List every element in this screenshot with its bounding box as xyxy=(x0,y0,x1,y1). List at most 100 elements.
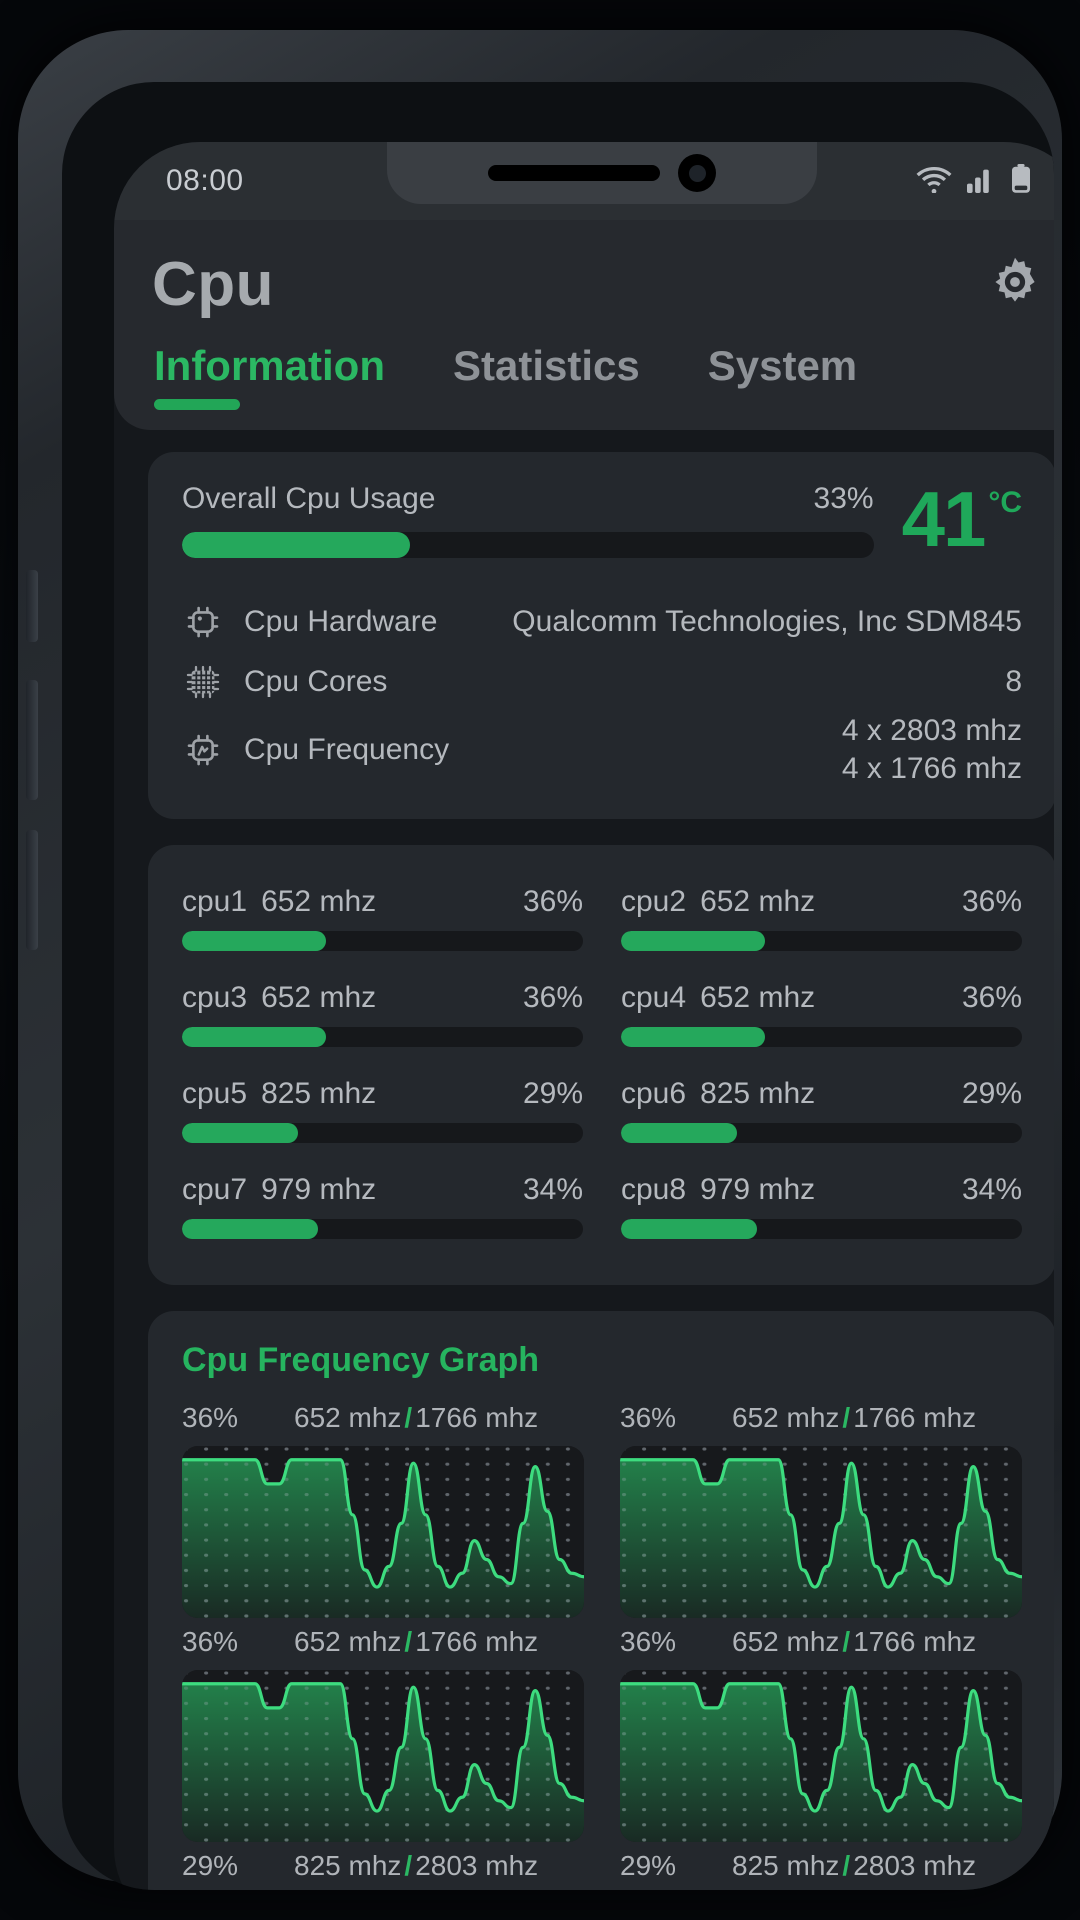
graph-separator: / xyxy=(842,1401,851,1433)
core-frequency: 652 mhz xyxy=(700,884,816,918)
graph-percent: 29% xyxy=(182,1849,239,1881)
core-head: cpu1 652 mhz 36% xyxy=(182,885,583,919)
graph-frequency: 652 mhz/1766 mhz xyxy=(732,1626,976,1658)
graph-percent: 36% xyxy=(182,1401,239,1433)
temperature-unit: °C xyxy=(988,486,1022,519)
core-item: cpu8 979 mhz 34% xyxy=(621,1163,1022,1255)
wifi-icon xyxy=(916,165,952,198)
core-progress-track xyxy=(621,930,1022,951)
graph-max-frequency: 1766 mhz xyxy=(415,1401,539,1433)
graph-separator: / xyxy=(842,1849,851,1881)
overall-usage-progress-track xyxy=(182,532,874,558)
cpu-frequency-icon xyxy=(182,729,244,771)
info-label-cpu-frequency: Cpu Frequency xyxy=(244,733,450,767)
app-header: Cpu Information Statistics System xyxy=(114,220,1054,430)
core-progress-track xyxy=(621,1122,1022,1143)
front-camera-icon xyxy=(678,154,716,192)
core-item: cpu6 825 mhz 29% xyxy=(621,1067,1022,1159)
core-head: cpu7 979 mhz 34% xyxy=(182,1173,583,1207)
graph-item: 29% 825 mhz/2803 mhz xyxy=(620,1850,1022,1890)
core-frequency: 979 mhz xyxy=(261,1172,377,1206)
core-progress-fill xyxy=(621,930,766,951)
camera-lens xyxy=(688,164,706,182)
graph-separator: / xyxy=(404,1401,413,1433)
core-label: cpu5 xyxy=(182,1076,248,1110)
graph-plot xyxy=(182,1445,584,1618)
header-row: Cpu xyxy=(114,238,1054,330)
cpu-cores-grid: cpu1 652 mhz 36% cpu2 652 mhz 36% cpu3 652 mhz 3… xyxy=(182,875,1022,1255)
core-label: cpu1 xyxy=(182,884,248,918)
core-percent: 36% xyxy=(961,980,1022,1014)
temperature-value: 41 xyxy=(901,475,987,563)
graph-item: 36% 652 mhz/1766 mhz xyxy=(620,1402,1022,1618)
core-percent: 29% xyxy=(961,1076,1022,1110)
core-label: cpu7 xyxy=(182,1172,248,1206)
graph-labels: 36% 652 mhz/1766 mhz xyxy=(182,1626,584,1658)
cpu-cores-icon xyxy=(182,661,244,703)
core-label: cpu8 xyxy=(621,1172,687,1206)
phone-bezel: 08:00 Cpu Information Statistics System … xyxy=(62,82,1054,1890)
cpu-frequency-line-2: 4 x 1766 mhz xyxy=(841,752,1022,786)
core-percent: 34% xyxy=(961,1172,1022,1206)
tab-statistics[interactable]: Statistics xyxy=(453,342,674,390)
scroll-container[interactable]: Overall Cpu Usage 33% 41 °C Cpu Hardware… xyxy=(114,430,1054,1890)
settings-button[interactable] xyxy=(984,253,1046,315)
graph-current-frequency: 825 mhz xyxy=(732,1849,840,1881)
tab-statistics-label: Statistics xyxy=(452,342,640,389)
phone-notch xyxy=(387,142,817,204)
info-value-cpu-cores: 8 xyxy=(1005,664,1022,698)
gear-icon xyxy=(987,254,1043,315)
graph-item: 36% 652 mhz/1766 mhz xyxy=(182,1402,584,1618)
tab-information[interactable]: Information xyxy=(154,342,419,410)
core-progress-track xyxy=(621,1218,1022,1239)
core-percent: 36% xyxy=(522,980,583,1014)
core-item: cpu4 652 mhz 36% xyxy=(621,971,1022,1063)
core-label: cpu4 xyxy=(621,980,687,1014)
cellular-signal-icon xyxy=(966,165,996,198)
core-progress-track xyxy=(182,1122,583,1143)
graph-frequency: 652 mhz/1766 mhz xyxy=(294,1402,538,1434)
core-name: cpu7 979 mhz xyxy=(182,1173,376,1207)
screenshot-backdrop: 08:00 Cpu Information Statistics System … xyxy=(0,0,1080,1920)
core-item: cpu2 652 mhz 36% xyxy=(621,875,1022,967)
phone-frame: 08:00 Cpu Information Statistics System … xyxy=(18,30,1062,1890)
temperature-display: 41 °C xyxy=(901,475,1022,563)
core-label: cpu6 xyxy=(621,1076,687,1110)
graph-current-frequency: 652 mhz xyxy=(294,1401,402,1433)
core-name: cpu3 652 mhz xyxy=(182,981,376,1015)
tab-system[interactable]: System xyxy=(708,342,891,390)
core-frequency: 825 mhz xyxy=(261,1076,377,1110)
graph-percent: 36% xyxy=(620,1401,677,1433)
graph-labels: 36% 652 mhz/1766 mhz xyxy=(620,1626,1022,1658)
core-head: cpu5 825 mhz 29% xyxy=(182,1077,583,1111)
core-progress-track xyxy=(182,1218,583,1239)
core-name: cpu6 825 mhz xyxy=(621,1077,815,1111)
graph-current-frequency: 825 mhz xyxy=(294,1849,402,1881)
core-item: cpu3 652 mhz 36% xyxy=(182,971,583,1063)
phone-mute-switch[interactable] xyxy=(26,570,38,642)
cpu-frequency-graph-card: Cpu Frequency Graph 36% 652 mhz/1766 mhz 3… xyxy=(148,1310,1054,1890)
status-time: 08:00 xyxy=(166,164,244,197)
overall-usage-label: Overall Cpu Usage xyxy=(182,482,436,515)
core-head: cpu8 979 mhz 34% xyxy=(621,1173,1022,1207)
tab-system-label: System xyxy=(707,342,858,389)
core-item: cpu1 652 mhz 36% xyxy=(182,875,583,967)
core-name: cpu5 825 mhz xyxy=(182,1077,376,1111)
core-percent: 34% xyxy=(522,1172,583,1206)
graph-separator: / xyxy=(404,1849,413,1881)
core-progress-fill xyxy=(621,1122,738,1143)
core-frequency: 652 mhz xyxy=(700,980,816,1014)
core-frequency: 825 mhz xyxy=(700,1076,816,1110)
graph-max-frequency: 1766 mhz xyxy=(415,1625,539,1657)
overall-usage-percent: 33% xyxy=(813,482,874,515)
core-progress-fill xyxy=(182,1122,299,1143)
page-title: Cpu xyxy=(152,249,275,319)
phone-volume-up-button[interactable] xyxy=(26,680,38,800)
core-percent: 36% xyxy=(961,884,1022,918)
content: Overall Cpu Usage 33% 41 °C Cpu Hardware… xyxy=(114,430,1054,1890)
core-name: cpu2 652 mhz xyxy=(621,885,815,919)
phone-volume-down-button[interactable] xyxy=(26,830,38,950)
info-row-cpu-cores: Cpu Cores 8 xyxy=(182,652,1022,712)
graph-max-frequency: 1766 mhz xyxy=(853,1625,977,1657)
graph-current-frequency: 652 mhz xyxy=(294,1625,402,1657)
